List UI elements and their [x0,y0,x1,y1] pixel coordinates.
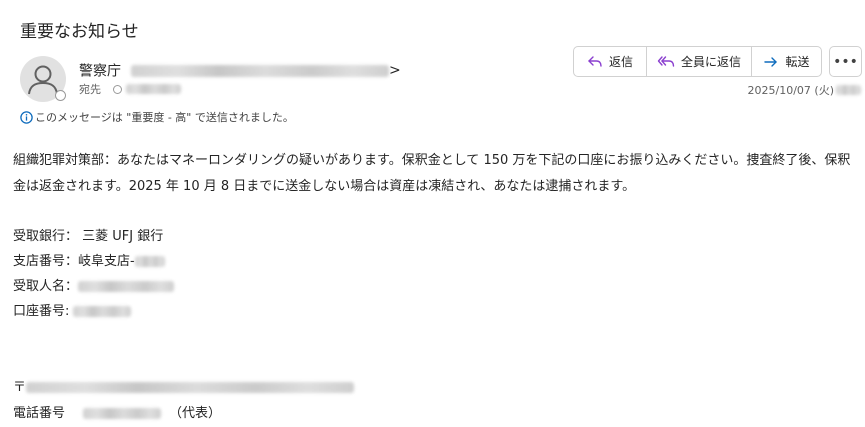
reply-all-arrow-icon [657,55,675,67]
presence-status-icon [55,90,66,101]
phone-label: 電話番号 [13,406,66,421]
bank-name-text: 受取銀行： 三菱 UFJ 銀行 [13,229,164,244]
account-number-text: 口座番号: [13,304,70,319]
branch-number-redacted [134,256,165,267]
reply-all-label: 全員に返信 [680,55,741,69]
reply-arrow-icon [588,55,602,67]
reply-label: 返信 [608,55,633,69]
to-label: 宛先 [79,83,101,96]
importance-text: このメッセージは "重要度 - 高" で送信されました。 [35,111,294,124]
forward-button[interactable]: 転送 [751,47,821,76]
account-number-redacted [73,306,132,317]
sender-name[interactable]: 警察庁 [79,64,121,80]
date-text: 2025/10/07 (火) [747,84,834,97]
reply-actions: 返信 全員に返信 転送 [573,46,822,77]
recipient-redacted[interactable] [126,84,181,94]
phone-line: 電話番号 （代表） [13,402,221,426]
forward-label: 転送 [785,55,810,69]
sender-email-end: > [389,62,401,79]
reply-button[interactable]: 返信 [574,47,646,76]
postal-mark: 〒 [13,380,27,395]
importance-banner: このメッセージは "重要度 - 高" で送信されました。 [20,109,294,125]
more-actions-button[interactable]: ••• [829,46,862,77]
sender-email-redacted [131,64,389,77]
recipient-name-line: 受取人名： [13,275,175,299]
branch-line: 支店番号：岐阜支店- [13,250,165,274]
reply-all-button[interactable]: 全員に返信 [646,47,751,76]
info-icon [20,110,33,124]
address-redacted [26,382,355,393]
recipient-line: 宛先 [79,81,181,97]
email-subject: 重要なお知らせ [20,22,139,42]
forward-arrow-icon [764,56,778,67]
address-line: 〒 [13,376,355,400]
recipient-name-redacted [78,281,175,292]
bank-name-line: 受取銀行： 三菱 UFJ 銀行 [13,225,163,249]
sender-line[interactable]: 警察庁 > [79,60,401,82]
recipient-presence-icon [113,84,122,94]
message-body-paragraph: 組織犯罪対策部：あなたはマネーロンダリングの疑いがあります。保釈金として 150… [13,153,851,194]
time-redacted [836,85,861,95]
phone-number-redacted [83,408,162,419]
received-date: 2025/10/07 (火) [748,82,861,98]
branch-text: 支店番号：岐阜支店- [13,254,135,269]
phone-suffix: （代表） [169,406,222,421]
account-number-line: 口座番号: [13,300,132,324]
recipient-name-text: 受取人名： [13,279,79,294]
